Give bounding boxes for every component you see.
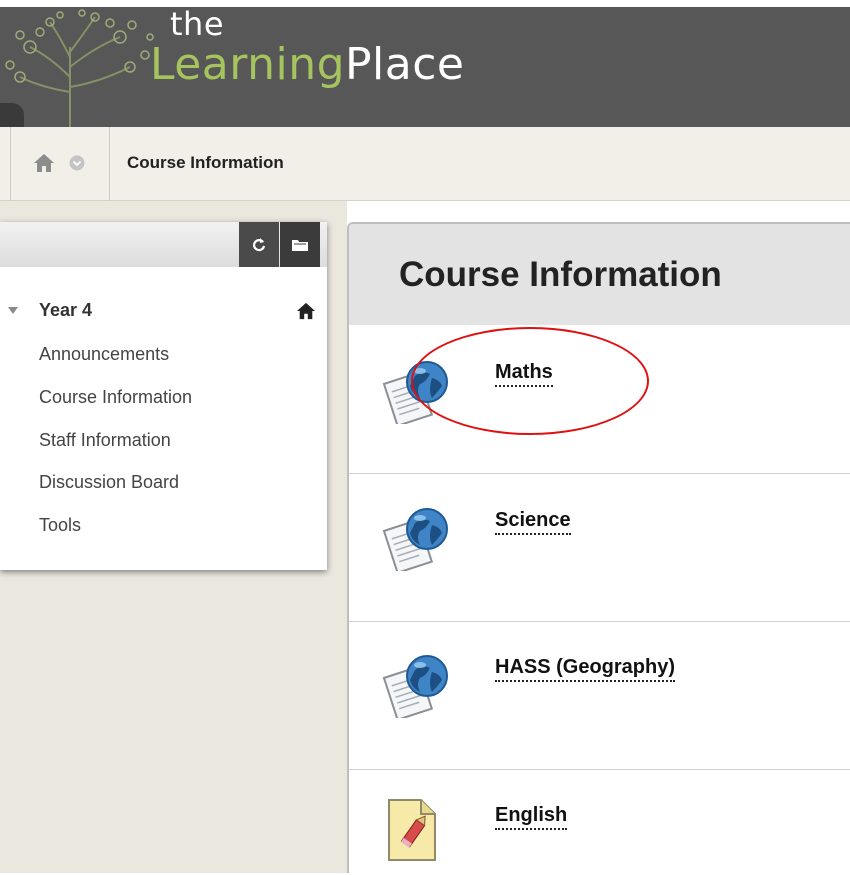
web-link-icon: [382, 508, 448, 571]
menu-item-announcements[interactable]: Announcements: [39, 344, 169, 365]
web-link-icon: [382, 655, 448, 718]
content-item: Maths: [349, 325, 850, 474]
refresh-icon: [252, 237, 266, 251]
menu-item-discussion-board[interactable]: Discussion Board: [39, 472, 179, 493]
course-menu-toolbar: [0, 222, 327, 267]
breadcrumb: Course Information: [0, 127, 850, 201]
breadcrumb-home[interactable]: [10, 127, 110, 201]
logo-text-the: the: [170, 7, 225, 43]
web-link-icon: [382, 361, 448, 424]
chevron-down-icon[interactable]: [69, 155, 85, 171]
triangle-down-icon[interactable]: [8, 307, 18, 315]
menu-item-staff-information[interactable]: Staff Information: [39, 430, 171, 451]
course-menu: Year 4 Announcements Course Information …: [0, 222, 327, 570]
content-link-english[interactable]: English: [495, 804, 568, 830]
menu-item-course-information[interactable]: Course Information: [39, 387, 192, 408]
document-icon: [388, 799, 436, 861]
site-header: the Learning Place: [0, 7, 850, 127]
logo-text-place: Place: [345, 39, 465, 90]
folder-view-button[interactable]: [280, 222, 320, 267]
home-icon[interactable]: [33, 153, 55, 173]
content-item: English: [349, 770, 850, 875]
menu-item-tools[interactable]: Tools: [39, 515, 81, 536]
refresh-button[interactable]: [239, 222, 279, 267]
logo-text-learning: Learning: [150, 39, 346, 90]
content-link-hass-geography[interactable]: HASS (Geography): [495, 656, 676, 682]
breadcrumb-current: Course Information: [127, 153, 284, 172]
course-menu-root-label[interactable]: Year 4: [39, 300, 92, 321]
tree-logo-icon: [5, 9, 154, 127]
folder-icon: [292, 239, 308, 251]
content-link-maths[interactable]: Maths: [495, 361, 553, 387]
content-header: Course Information: [349, 224, 850, 325]
content-area: Course Information Maths Science HASS (G…: [347, 222, 850, 873]
course-menu-root[interactable]: Year 4: [0, 300, 327, 322]
page-title: Course Information: [399, 255, 722, 294]
content-link-science[interactable]: Science: [495, 509, 571, 535]
content-item: Science: [349, 474, 850, 622]
content-item: HASS (Geography): [349, 622, 850, 770]
home-icon: [297, 302, 315, 320]
banner-corner: [0, 103, 24, 127]
